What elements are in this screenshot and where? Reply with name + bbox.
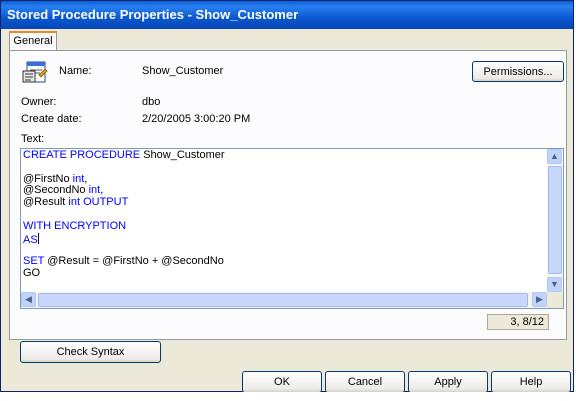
properties-dialog: Stored Procedure Properties - Show_Custo… (0, 0, 574, 393)
scroll-right-icon[interactable]: ▶ (532, 292, 547, 307)
code-line: CREATE PROCEDURE Show_Customer (23, 149, 543, 162)
owner-label: Owner: (21, 96, 57, 108)
permissions-button[interactable]: Permissions... (472, 61, 564, 82)
help-button[interactable]: Help (491, 371, 571, 393)
code-keyword: int OUTPUT (68, 196, 129, 209)
cancel-button[interactable]: Cancel (325, 371, 405, 393)
horizontal-scrollbar[interactable]: ◀ ▶ (21, 292, 547, 308)
create-date-value: 2/20/2005 3:00:20 PM (142, 113, 251, 125)
owner-value: dbo (142, 96, 161, 108)
text-caret (37, 232, 39, 244)
background-window-strip (0, 392, 576, 401)
check-syntax-button[interactable]: Check Syntax (20, 341, 161, 363)
code-keyword: int (72, 172, 85, 185)
code-line: AS (23, 232, 543, 246)
ok-button[interactable]: OK (242, 371, 322, 393)
scroll-down-icon[interactable]: ▼ (547, 277, 562, 292)
code-token: @FirstNo (23, 172, 73, 185)
apply-button[interactable]: Apply (408, 371, 488, 393)
code-keyword: int (88, 184, 101, 197)
code-token: @SecondNo (23, 184, 89, 197)
scroll-corner (547, 292, 563, 308)
code-token: @Result (23, 196, 69, 209)
code-line: WITH ENCRYPTION (23, 219, 543, 233)
code-keyword: WITH ENCRYPTION (23, 219, 127, 232)
code-line: @Result int OUTPUT (23, 196, 543, 209)
code-keyword: CREATE PROCEDURE (23, 149, 144, 161)
stored-procedure-icon (21, 59, 49, 85)
name-label: Name: (59, 65, 92, 77)
code-token: , (84, 172, 88, 185)
code-line: SET @Result = @FirstNo + @SecondNo (23, 255, 543, 268)
scroll-up-icon[interactable]: ▲ (547, 149, 562, 164)
code-line: GO (23, 266, 543, 280)
vertical-scrollbar[interactable]: ▲ ▼ (547, 149, 563, 292)
sql-text-editor[interactable]: CREATE PROCEDURE Show_Customer @FirstNo i… (20, 148, 564, 309)
name-value: Show_Customer (142, 65, 224, 77)
tab-general-label: General (13, 35, 53, 47)
code-token: @Result = @FirstNo + @SecondNo (47, 255, 224, 268)
cursor-position-status: 3, 8/12 (487, 314, 549, 330)
create-date-label: Create date: (21, 113, 82, 125)
code-token: Show_Customer (143, 149, 225, 161)
code-token: , (100, 184, 104, 197)
title-bar[interactable]: Stored Procedure Properties - Show_Custo… (1, 1, 573, 29)
tab-general[interactable]: General (9, 31, 57, 51)
window-title: Stored Procedure Properties - Show_Custo… (7, 7, 299, 22)
text-label: Text: (21, 133, 45, 145)
sql-code[interactable]: CREATE PROCEDURE Show_Customer @FirstNo i… (23, 149, 543, 293)
code-keyword: AS (23, 233, 38, 246)
horizontal-scroll-thumb[interactable] (38, 293, 528, 307)
code-token: GO (23, 266, 41, 279)
scroll-left-icon[interactable]: ◀ (21, 292, 36, 307)
vertical-scroll-thumb[interactable] (548, 166, 562, 274)
code-keyword: SET (23, 255, 48, 268)
